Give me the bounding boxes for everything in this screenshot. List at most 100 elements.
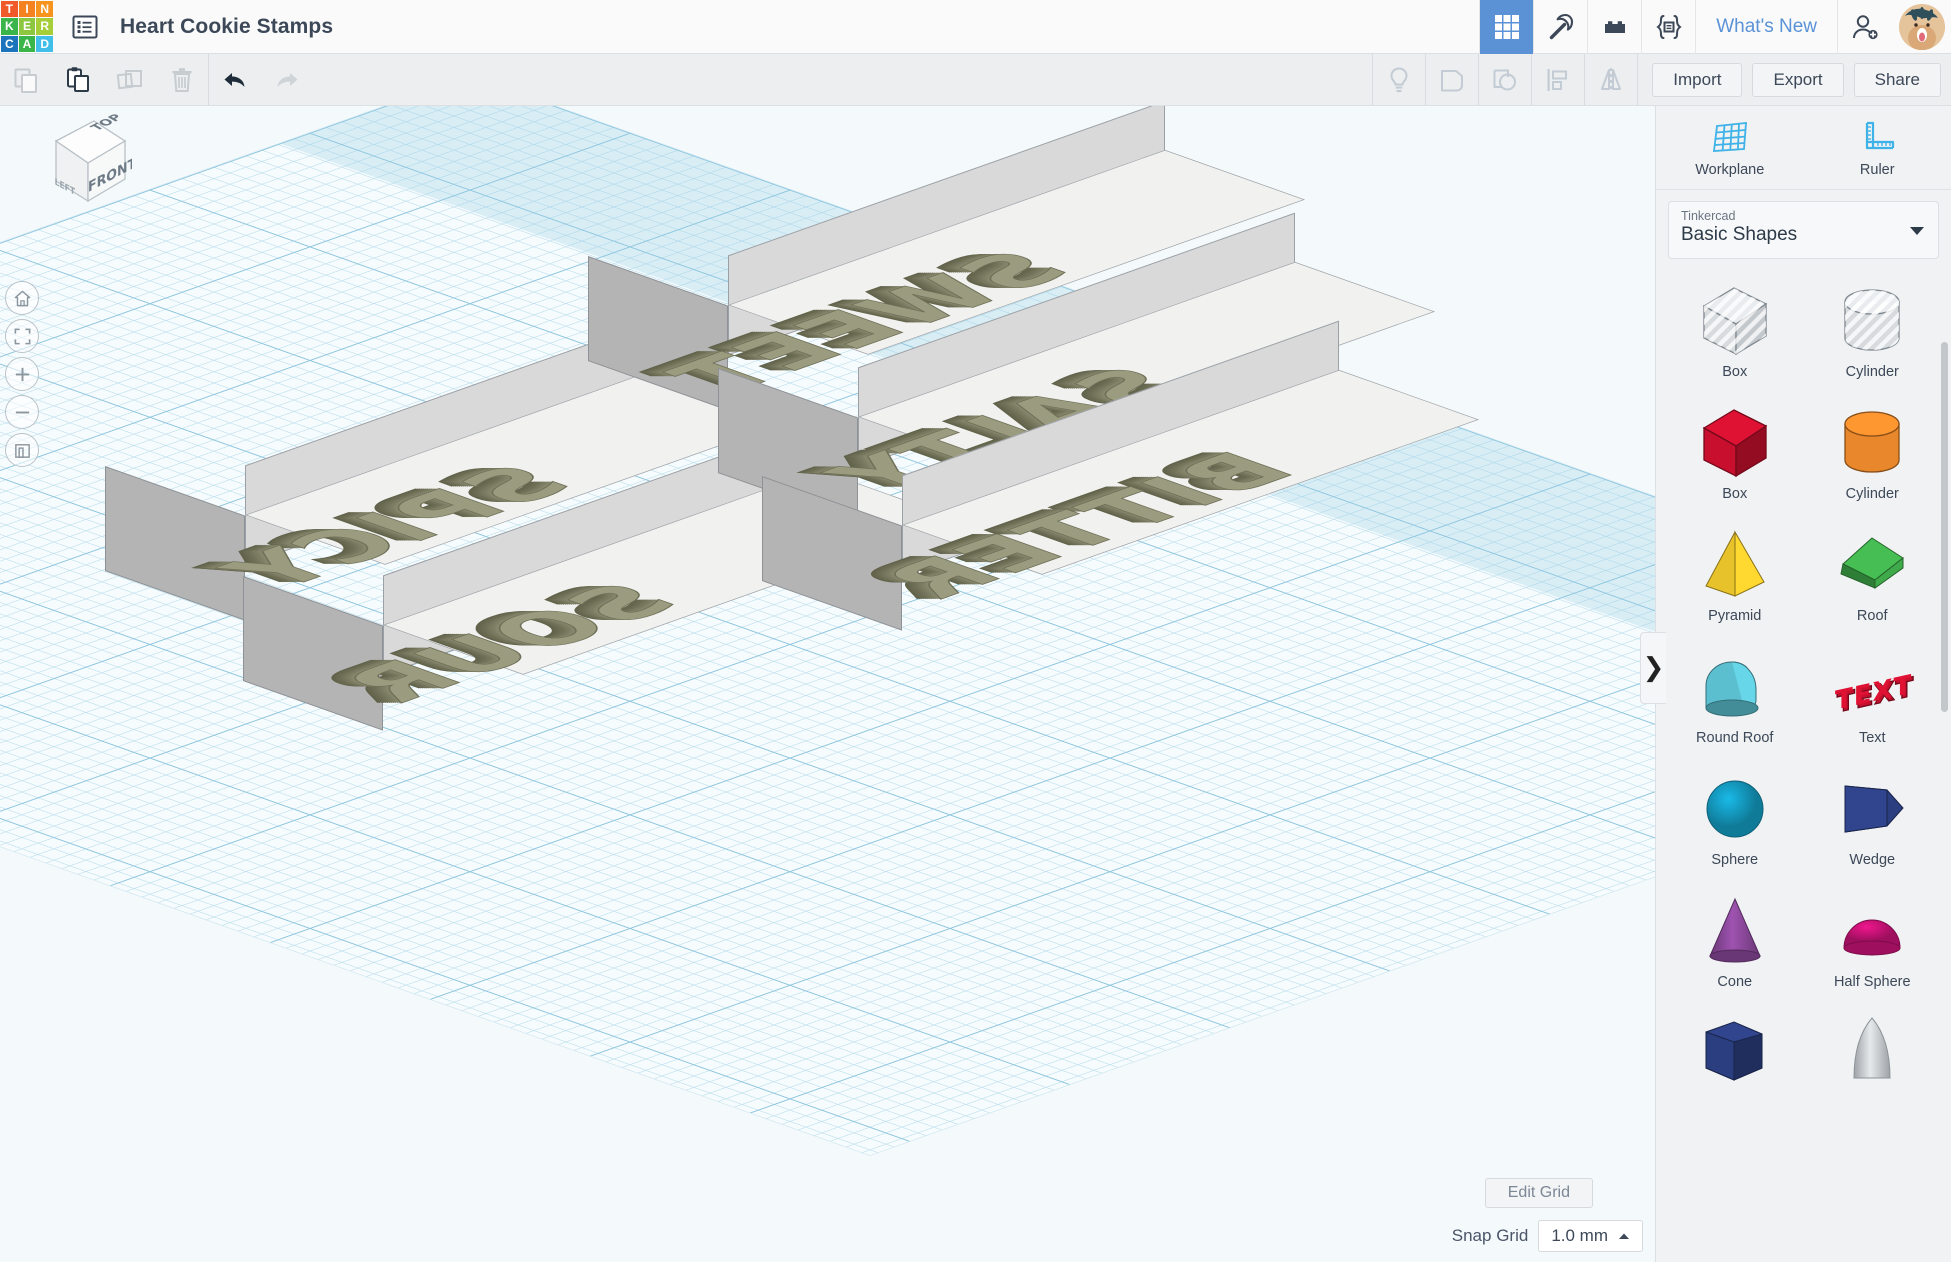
logo-tile-e-4: E	[18, 18, 36, 35]
workplane-tool[interactable]: Workplane	[1656, 106, 1804, 189]
logo-tile-k-3: K	[1, 18, 18, 35]
shape-library-source: Tinkercad	[1681, 209, 1736, 223]
lego-brick-icon[interactable]	[1587, 0, 1641, 54]
shape-item-box-0[interactable]: Box	[1666, 274, 1804, 396]
gallery-grid-icon[interactable]	[1479, 0, 1534, 54]
shape-item-sphere-8[interactable]: Sphere	[1666, 762, 1804, 884]
import-button[interactable]: Import	[1652, 62, 1743, 97]
panel-tools-row: Workplane Ruler	[1656, 106, 1951, 190]
fit-to-view-button[interactable]	[5, 319, 39, 353]
shape-item-roof-5[interactable]: Roof	[1804, 518, 1942, 640]
logo-tile-a-7: A	[18, 35, 36, 53]
cylinder-shape	[1829, 402, 1915, 484]
ruler-tool[interactable]: Ruler	[1804, 106, 1951, 189]
shape-item-label: Text	[1858, 730, 1886, 746]
box-shape	[1692, 402, 1778, 484]
shape-item-paraboloid-13[interactable]	[1804, 1006, 1942, 1128]
export-button[interactable]: Export	[1752, 62, 1844, 97]
hole-shape-button[interactable]	[1426, 54, 1478, 106]
shape-item-label: Cylinder	[1845, 486, 1899, 502]
copy-button[interactable]	[0, 54, 52, 106]
chevron-up-icon	[1619, 1233, 1629, 1239]
workplane-grid-icon	[1712, 121, 1747, 152]
cone-shape	[1692, 890, 1778, 972]
avatar[interactable]	[1899, 3, 1945, 50]
tinkercad-logo[interactable]: TIN KER CAD	[0, 0, 54, 54]
shape-item-text-7[interactable]: TEXT TEXT Text	[1804, 640, 1942, 762]
ruler-icon	[1866, 121, 1895, 149]
logo-tile-c-6: C	[1, 35, 18, 53]
shape-item-cylinder-1[interactable]: Cylinder	[1804, 274, 1942, 396]
shape-item-label: Half Sphere	[1833, 974, 1911, 990]
shape-item-half-sphere-11[interactable]: Half Sphere	[1804, 884, 1942, 1006]
text-shape: TEXT TEXT	[1829, 646, 1915, 728]
chevron-down-icon	[1910, 227, 1924, 235]
group-button[interactable]	[1479, 54, 1531, 106]
ruler-tool-label: Ruler	[1859, 161, 1895, 178]
shape-item-label: Cylinder	[1845, 364, 1899, 380]
shape-item-wedge-9[interactable]: Wedge	[1804, 762, 1942, 884]
shape-item-label: Box	[1722, 486, 1748, 502]
shape-library-select[interactable]: Tinkercad Basic Shapes	[1668, 201, 1939, 259]
shape-item-polygon-12[interactable]	[1666, 1006, 1804, 1128]
snap-grid-select[interactable]: 1.0 mm	[1538, 1220, 1643, 1252]
workplane-tool-label: Workplane	[1695, 161, 1765, 178]
logo-tile-i-1: I	[18, 0, 36, 18]
pyramid-shape	[1692, 524, 1778, 606]
codeblocks-icon[interactable]	[1641, 0, 1695, 54]
shape-item-label: Box	[1722, 364, 1748, 380]
round-roof-shape	[1692, 646, 1778, 728]
projection-toggle-button[interactable]	[5, 433, 39, 467]
duplicate-button[interactable]	[104, 54, 156, 106]
add-person-icon[interactable]	[1837, 0, 1891, 54]
shapes-panel-scrollbar[interactable]	[1941, 342, 1948, 712]
shape-item-label: Roof	[1856, 608, 1888, 624]
3d-viewport[interactable]: SPICY SOUR SWEET SALTY BITTER TOP FRONT …	[0, 106, 1655, 1262]
shape-item-pyramid-4[interactable]: Pyramid	[1666, 518, 1804, 640]
sphere-shape	[1692, 768, 1778, 850]
whats-new-link[interactable]: What's New	[1695, 0, 1837, 54]
paste-button[interactable]	[52, 54, 104, 106]
shape-item-label: Pyramid	[1708, 608, 1762, 624]
home-view-button[interactable]	[5, 281, 39, 315]
header-icon-group: What's New	[1479, 0, 1951, 54]
snap-grid-label: Snap Grid	[1451, 1226, 1529, 1245]
project-menu-icon[interactable]	[66, 8, 104, 46]
tinkercad-editor: TINKERCAD Heart Cookie Stamps What's New…	[0, 0, 1951, 1262]
shape-item-label: Round Roof	[1696, 730, 1774, 746]
shape-grid: Box Cylinder Box Cylinder Pyramid Roof R…	[1656, 268, 1951, 1128]
redo-button[interactable]	[261, 54, 313, 106]
note-button[interactable]	[1373, 54, 1425, 106]
zoom-out-button[interactable]	[5, 395, 39, 429]
edit-grid-button[interactable]: Edit Grid	[1484, 1178, 1593, 1208]
paraboloid-shape	[1829, 1012, 1915, 1094]
logo-tile-n-2: N	[36, 0, 53, 18]
wedge-shape	[1829, 768, 1915, 850]
shape-item-label: Wedge	[1849, 852, 1896, 868]
polygon-shape	[1692, 1012, 1778, 1094]
logo-tile-d-8: D	[36, 35, 53, 53]
share-button[interactable]: Share	[1853, 62, 1941, 97]
snap-grid-control: Snap Grid 1.0 mm	[1452, 1220, 1643, 1252]
align-button[interactable]	[1532, 54, 1584, 106]
view-cube[interactable]: TOP FRONT LEFT	[22, 111, 136, 221]
roof-shape	[1829, 524, 1915, 606]
toolbar-divider-7	[1637, 53, 1639, 106]
delete-button[interactable]	[156, 54, 208, 106]
logo-tile-t-0: T	[1, 0, 18, 18]
shape-item-cone-10[interactable]: Cone	[1666, 884, 1804, 1006]
shape-item-cylinder-3[interactable]: Cylinder	[1804, 396, 1942, 518]
shape-item-box-2[interactable]: Box	[1666, 396, 1804, 518]
shape-item-round-roof-6[interactable]: Round Roof	[1666, 640, 1804, 762]
pickaxe-icon[interactable]	[1533, 0, 1587, 54]
mirror-button[interactable]	[1585, 54, 1637, 106]
zoom-in-button[interactable]	[5, 357, 39, 391]
history-button-group	[209, 54, 313, 106]
clipboard-button-group	[0, 54, 208, 106]
edit-toolbar: Import Export Share	[0, 53, 1951, 106]
undo-button[interactable]	[209, 54, 261, 106]
page-title: Heart Cookie Stamps	[120, 14, 334, 38]
shape-item-label: Sphere	[1711, 852, 1759, 868]
shape-library-value: Basic Shapes	[1681, 224, 1798, 246]
collapse-panel-handle[interactable]: ❯	[1640, 632, 1666, 704]
